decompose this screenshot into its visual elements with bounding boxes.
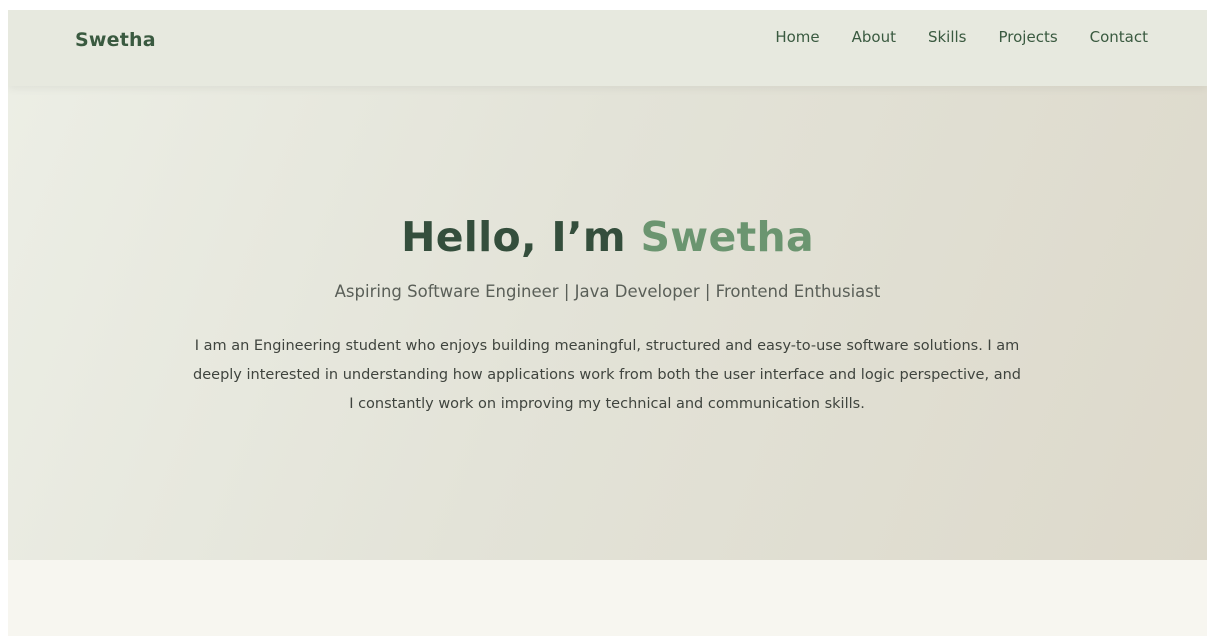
nav-link-home[interactable]: Home: [775, 28, 819, 46]
hero-description: I am an Engineering student who enjoys b…: [193, 338, 1021, 412]
nav-link-projects[interactable]: Projects: [999, 28, 1058, 46]
nav-link-contact[interactable]: Contact: [1090, 28, 1148, 46]
site-logo[interactable]: Swetha: [75, 29, 156, 51]
next-section: [8, 560, 1207, 636]
nav-link-skills[interactable]: Skills: [928, 28, 967, 46]
navbar: Swetha Home About Skills Projects Contac…: [8, 10, 1207, 86]
hero-title-name: Swetha: [640, 213, 814, 261]
page: Swetha Home About Skills Projects Contac…: [8, 10, 1207, 636]
hero-title: Hello, I’m Swetha: [8, 213, 1207, 261]
nav-link-about[interactable]: About: [852, 28, 896, 46]
nav-links: Home About Skills Projects Contact: [743, 28, 1148, 46]
hero-subtitle: Aspiring Software Engineer | Java Develo…: [334, 282, 881, 301]
hero-title-prefix: Hello, I’m: [401, 213, 641, 261]
hero-section: Hello, I’m Swetha Aspiring Software Engi…: [8, 86, 1207, 560]
